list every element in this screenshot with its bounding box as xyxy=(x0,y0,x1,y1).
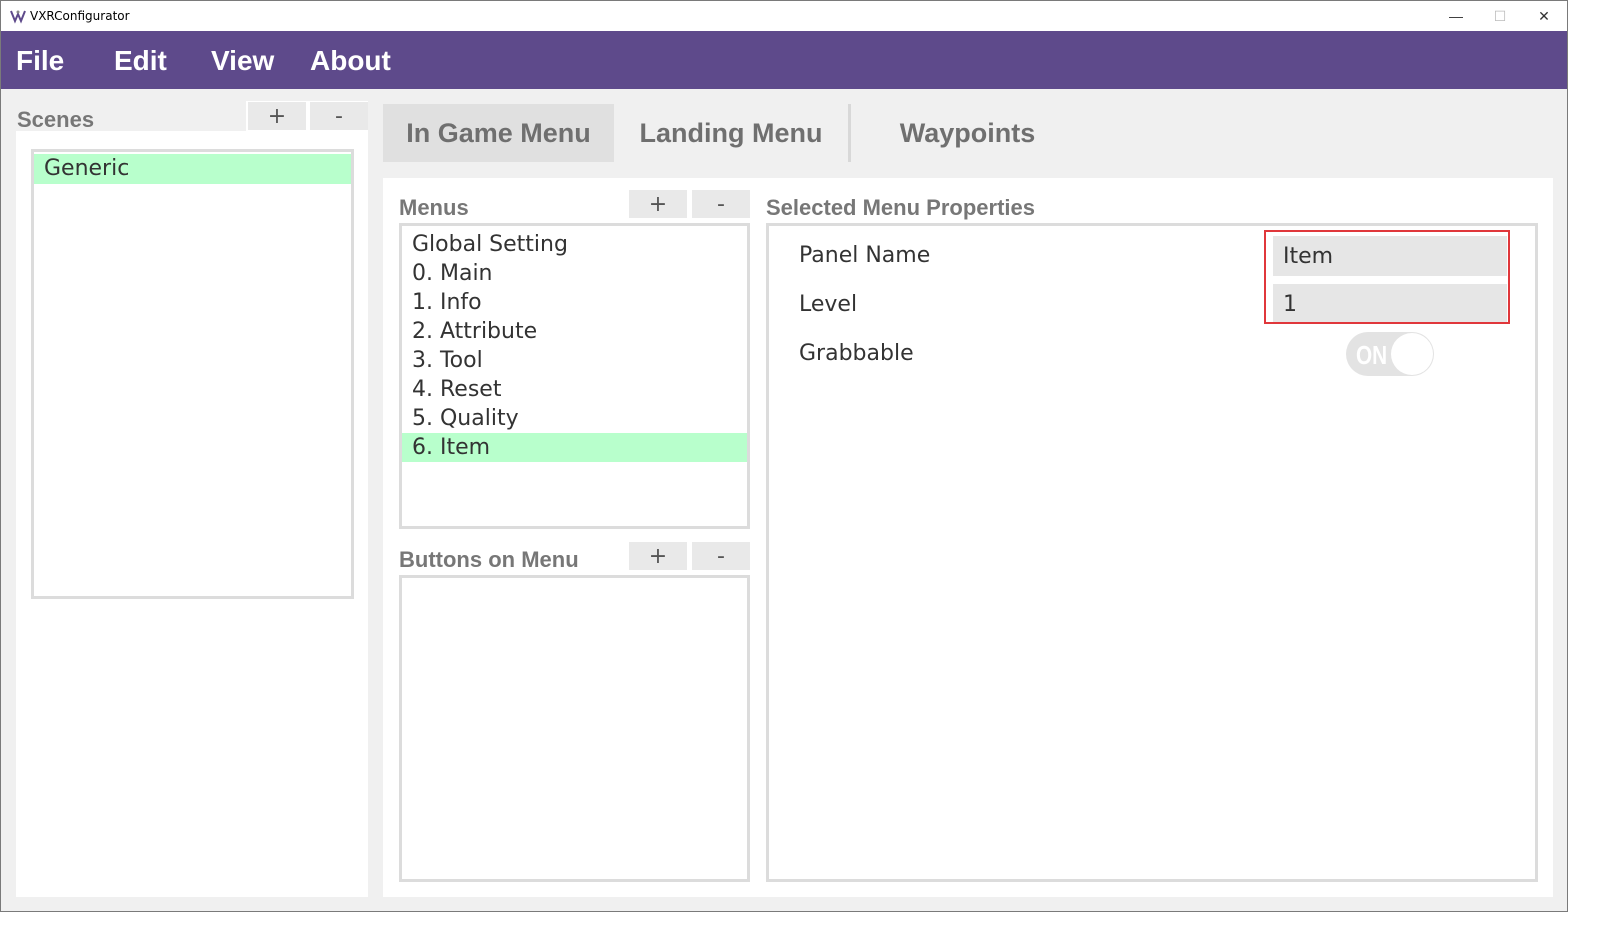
highlight-box xyxy=(1264,230,1510,324)
menus-list[interactable]: Global Setting 0. Main 1. Info 2. Attrib… xyxy=(399,223,750,529)
plus-icon: + xyxy=(648,543,668,569)
list-item[interactable]: 1. Info xyxy=(402,288,747,317)
app-window: VXRConfigurator — ☐ ✕ File Edit View Abo… xyxy=(0,0,1568,912)
minimize-icon: — xyxy=(1449,8,1463,24)
minus-icon: - xyxy=(717,191,725,217)
properties-label: Selected Menu Properties xyxy=(766,195,1035,220)
menu-view[interactable]: View xyxy=(211,45,274,77)
plus-icon: + xyxy=(267,103,287,129)
remove-scene-button[interactable]: - xyxy=(310,102,368,130)
title-bar: VXRConfigurator — ☐ ✕ xyxy=(1,1,1567,31)
list-item[interactable]: Generic xyxy=(34,154,351,184)
window-title: VXRConfigurator xyxy=(30,9,130,23)
buttons-on-menu-label: Buttons on Menu xyxy=(399,547,579,572)
maximize-icon: ☐ xyxy=(1493,7,1507,24)
menu-edit[interactable]: Edit xyxy=(114,45,167,77)
toggle-state-text: ON xyxy=(1356,340,1388,370)
menu-file[interactable]: File xyxy=(16,45,64,77)
close-icon: ✕ xyxy=(1538,7,1550,24)
list-item[interactable]: Global Setting xyxy=(402,230,747,259)
tab-waypoints[interactable]: Waypoints xyxy=(851,104,1084,162)
add-button-button[interactable]: + xyxy=(629,542,687,570)
menus-label: Menus xyxy=(399,195,469,220)
minus-icon: - xyxy=(717,543,725,569)
level-label: Level xyxy=(799,292,858,317)
toggle-knob xyxy=(1391,333,1433,375)
menu-bar: File Edit View About xyxy=(1,31,1567,89)
grabbable-label: Grabbable xyxy=(799,341,914,366)
add-scene-button[interactable]: + xyxy=(248,102,306,130)
maximize-button[interactable]: ☐ xyxy=(1478,1,1522,31)
menu-about[interactable]: About xyxy=(310,45,391,77)
add-menu-button[interactable]: + xyxy=(629,190,687,218)
remove-menu-button[interactable]: - xyxy=(692,190,750,218)
tab-landing-menu[interactable]: Landing Menu xyxy=(614,104,848,162)
list-item[interactable]: 3. Tool xyxy=(402,346,747,375)
list-item[interactable]: 2. Attribute xyxy=(402,317,747,346)
list-item[interactable]: 4. Reset xyxy=(402,375,747,404)
scenes-list[interactable]: Generic xyxy=(31,149,354,599)
plus-icon: + xyxy=(648,191,668,217)
close-button[interactable]: ✕ xyxy=(1522,1,1566,31)
remove-button-button[interactable]: - xyxy=(692,542,750,570)
grabbable-toggle[interactable]: ON xyxy=(1346,332,1434,376)
list-item[interactable]: 0. Main xyxy=(402,259,747,288)
list-item-selected[interactable]: 6. Item xyxy=(402,433,747,462)
scenes-label: Scenes xyxy=(17,107,95,132)
minimize-button[interactable]: — xyxy=(1434,1,1478,31)
tab-in-game-menu[interactable]: In Game Menu xyxy=(383,104,614,162)
list-item[interactable]: 5. Quality xyxy=(402,404,747,433)
minus-icon: - xyxy=(335,103,343,129)
panel-name-label: Panel Name xyxy=(799,243,931,268)
app-logo-icon xyxy=(10,10,26,24)
buttons-list[interactable] xyxy=(399,575,750,882)
